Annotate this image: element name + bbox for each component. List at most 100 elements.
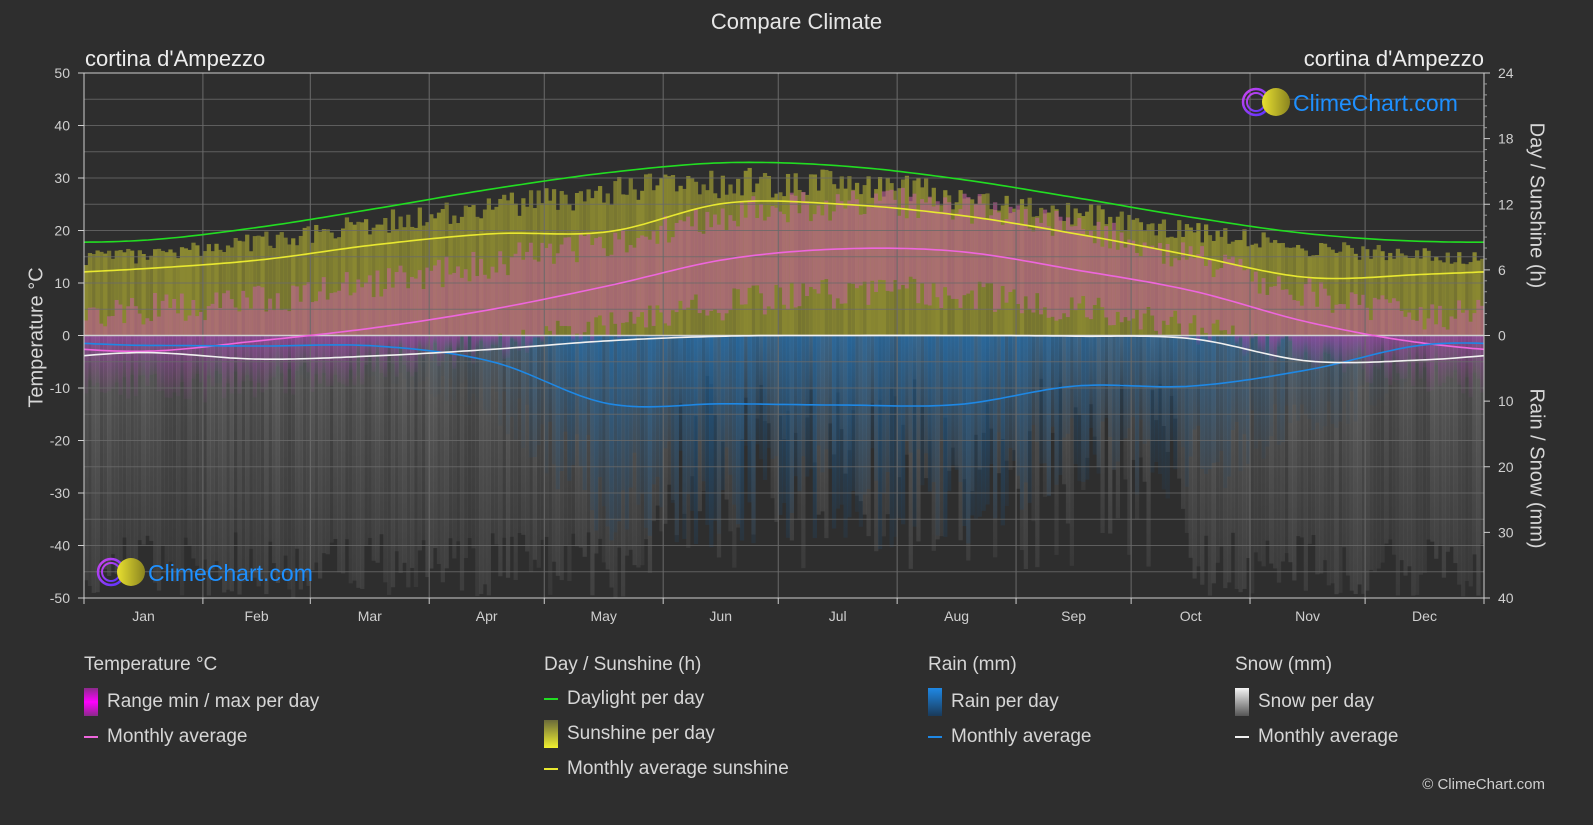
temp-range-day-bar (375, 270, 380, 336)
rain-day-bar (1188, 335, 1193, 457)
temp-range-day-bar (728, 215, 733, 311)
temp-range-day-bar (1368, 335, 1374, 384)
legend-item-sunshine[interactable]: Sunshine per day (544, 720, 789, 748)
temp-range-day-bar (1142, 242, 1147, 314)
temp-range-day-bar (824, 200, 829, 280)
temp-range-day-bar (321, 335, 327, 374)
y-left-tick-label: -30 (50, 485, 70, 501)
temp-range-day-bar (1073, 226, 1078, 311)
temp-range-day-bar (183, 320, 188, 336)
temp-range-day-bar (571, 335, 576, 342)
legend-label: Monthly average sunshine (567, 758, 789, 779)
temp-range-day-bar (1464, 310, 1470, 336)
rain-day-bar (785, 335, 791, 538)
temp-range-day-bar (191, 300, 196, 336)
temp-range-swatch-icon (84, 688, 98, 716)
temp-range-day-bar (831, 211, 837, 309)
rain-day-bar (939, 335, 944, 440)
legend-item-snow-average[interactable]: Monthly average (1235, 726, 1398, 748)
temp-range-day-bar (110, 316, 116, 336)
temp-range-day-bar (260, 335, 265, 393)
temp-range-day-bar (1261, 278, 1266, 336)
temp-range-day-bar (279, 310, 284, 336)
temp-range-day-bar (421, 289, 426, 336)
temp-range-day-bar (1411, 319, 1416, 336)
temp-range-day-bar (406, 288, 411, 336)
legend-item-temp-average[interactable]: Monthly average (84, 726, 319, 748)
temp-range-day-bar (1238, 258, 1243, 336)
rain-day-bar (973, 335, 979, 519)
legend-item-sunshine-average[interactable]: Monthly average sunshine (544, 758, 789, 780)
temp-range-day-bar (874, 193, 879, 292)
temp-range-day-bar (233, 307, 238, 336)
temp-range-day-bar (1426, 318, 1431, 336)
rain-day-bar (682, 335, 687, 539)
temp-range-day-bar (513, 335, 518, 343)
rain-day-bar (1200, 335, 1205, 469)
rain-day-bar (467, 335, 472, 405)
rain-day-bar (571, 335, 576, 466)
temp-range-day-bar (1322, 335, 1328, 353)
rain-day-bar (1027, 335, 1032, 503)
temp-range-day-bar (1242, 270, 1247, 336)
temp-range-day-bar (1211, 277, 1216, 324)
temp-range-day-bar (613, 232, 618, 324)
legend-item-rain[interactable]: Rain per day (928, 688, 1091, 716)
temp-range-day-bar (839, 201, 844, 304)
temp-range-day-bar (1223, 254, 1228, 331)
climechart-logo-bottom[interactable]: ClimeChart.com (96, 557, 313, 587)
temp-range-day-bar (237, 311, 242, 336)
sunshine-day-bar (103, 253, 108, 336)
legend-label: Snow per day (1258, 691, 1375, 712)
temp-range-day-bar (628, 245, 633, 312)
rain-day-bar (1035, 335, 1040, 442)
temp-range-day-bar (858, 214, 864, 286)
temp-range-day-bar (789, 192, 794, 283)
temp-range-day-bar (271, 310, 277, 336)
temp-range-day-bar (724, 230, 729, 314)
temp-range-day-bar (379, 296, 384, 336)
rain-day-bar (609, 335, 614, 541)
legend-item-snow[interactable]: Snow per day (1235, 688, 1398, 716)
rain-day-bar (1039, 335, 1044, 464)
rain-day-bar (548, 335, 553, 422)
legend-item-rain-average[interactable]: Monthly average (928, 726, 1091, 748)
temp-range-day-bar (325, 335, 330, 387)
temp-range-day-bar (356, 279, 361, 336)
temp-range-day-bar (268, 298, 273, 336)
temp-range-day-bar (241, 290, 246, 336)
temp-range-day-bar (225, 335, 231, 384)
temp-range-day-bar (310, 335, 315, 392)
legend-item-daylight[interactable]: Daylight per day (544, 688, 789, 710)
temp-range-day-bar (475, 276, 480, 336)
rain-day-bar (1234, 335, 1239, 422)
temp-range-day-bar (697, 231, 702, 314)
temp-range-day-bar (996, 212, 1002, 309)
temp-range-day-bar (252, 286, 258, 336)
daylight-swatch-icon (544, 698, 558, 700)
temp-range-day-bar (1407, 312, 1412, 336)
temp-range-day-bar (1027, 228, 1032, 309)
climechart-logo-top[interactable]: ClimeChart.com (1241, 87, 1458, 117)
legend-item-temp-range[interactable]: Range min / max per day (84, 688, 319, 716)
rain-day-bar (1196, 335, 1201, 426)
rain-day-bar (985, 335, 990, 505)
rain-day-bar (724, 335, 729, 448)
temp-range-day-bar (333, 335, 338, 375)
rain-day-bar (536, 335, 541, 446)
temp-range-day-bar (843, 208, 848, 304)
rain-day-bar (847, 335, 852, 518)
temp-range-day-bar (237, 335, 242, 394)
temp-range-day-bar (494, 272, 499, 336)
copyright-text: © ClimeChart.com (1422, 776, 1545, 793)
temp-range-day-bar (314, 335, 319, 375)
temp-range-day-bar (1330, 312, 1335, 336)
temp-range-day-bar (317, 335, 323, 384)
rain-day-bar (1023, 335, 1028, 483)
rain-day-bar (1016, 335, 1021, 476)
rain-day-bar (1180, 335, 1186, 448)
temp-range-day-bar (1257, 293, 1262, 336)
rain-day-bar (532, 335, 538, 457)
temp-range-day-bar (578, 232, 584, 336)
temp-range-day-bar (84, 320, 89, 336)
